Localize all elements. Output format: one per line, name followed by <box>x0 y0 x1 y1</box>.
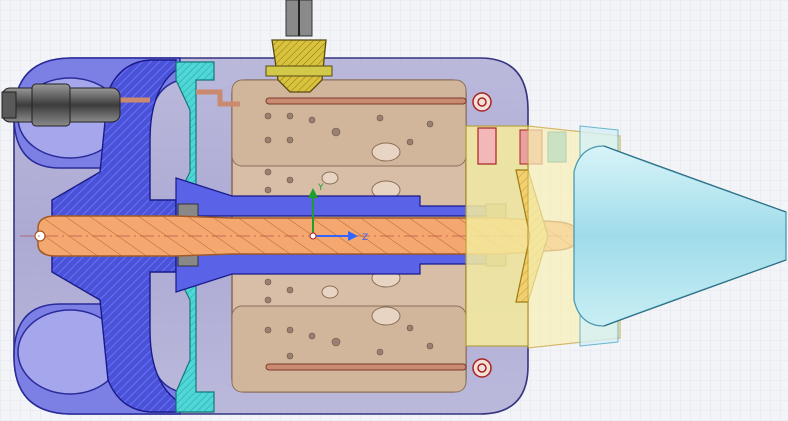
triad-y-label: Y <box>317 183 324 193</box>
turbine-nozzle-guide-vane[interactable] <box>465 125 529 347</box>
fuel-line-coil-upper <box>472 92 492 112</box>
fuel-line-upper[interactable] <box>265 97 467 105</box>
inlet-connector-nut <box>31 83 71 127</box>
fuel-fitting-flange <box>265 65 333 77</box>
turbine-blade-red <box>477 127 497 165</box>
fuel-line-lower[interactable] <box>265 363 467 371</box>
fuel-line-coil-lower <box>472 358 492 378</box>
cad-model-view[interactable]: Y Z <box>0 0 788 421</box>
triad-z-label: Z <box>362 233 368 243</box>
inlet-connector-end <box>1 91 17 119</box>
cad-viewport[interactable]: Y Z <box>0 0 788 421</box>
triad-origin <box>309 232 317 240</box>
